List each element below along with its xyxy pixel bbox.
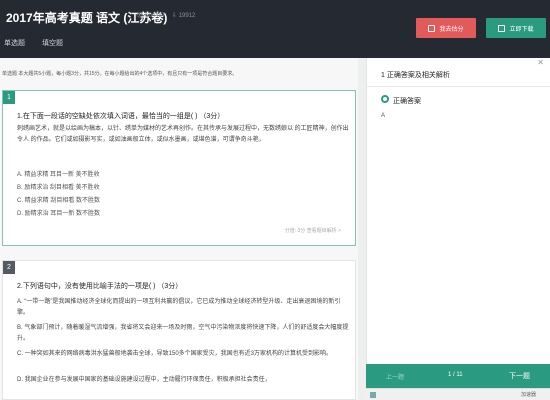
score-link[interactable]: 分值: 3分 查看题目解析 > xyxy=(285,227,341,234)
estimate-score-button[interactable]: 我去估分 xyxy=(416,18,476,38)
divider xyxy=(367,86,550,87)
option-a[interactable]: A. 精益求精 耳目一新 美不胜收 xyxy=(17,169,100,178)
option-d[interactable]: D. 励精求治 耳目一新 数不胜数 xyxy=(17,208,100,217)
accelerator-label[interactable]: 加速器 xyxy=(521,391,536,398)
medal-icon xyxy=(381,95,389,103)
question-card-2[interactable]: 2 2.下列语句中，没有使用比喻手法的一项是( ) （3分） A. “一带一路”… xyxy=(2,260,356,400)
top-header: 2017年高考真题 语文 (江苏卷) 👁 104487 ⇩ 19912 单选题 … xyxy=(0,0,550,58)
download-button[interactable]: 立即下载 xyxy=(486,18,546,38)
answer-panel: 1 正确答案及相关解析 ✕ 正确答案 A xyxy=(366,58,550,370)
answer-value: A xyxy=(381,113,386,119)
close-icon[interactable]: ✕ xyxy=(537,58,544,67)
question-number: 2 xyxy=(3,261,15,274)
download-count: ⇩ 19912 xyxy=(172,13,196,19)
option-c[interactable]: C. 精益求精 刮目相看 数不胜数 xyxy=(17,195,100,204)
option-d[interactable]: D. 我国企业在参与发展中国家的基础设施建设过程中，主动履行环保责任，积极承担社… xyxy=(17,375,349,386)
question-title: 2.下列语句中，没有使用比喻手法的一项是( ) （3分） xyxy=(17,283,183,290)
question-title: 1.在下面一段话的空缺处依次填入词语，最恰当的一组是( ) （3分） xyxy=(17,113,225,120)
question-body: 刺绣画艺术，就是以绘画为稿本，以针、绣单为媒材的艺术再创作。在其传承与发展过程中… xyxy=(17,126,349,143)
chart-icon xyxy=(428,24,436,32)
section-intro: 单选题 本大题共5小题，每小题3分，共15分。在每小题给出的4个选项中，有且只有… xyxy=(2,71,238,77)
question-list[interactable]: 单选题 本大题共5小题，每小题3分，共15分。在每小题给出的4个选项中，有且只有… xyxy=(0,58,358,400)
page-indicator: 1 / 11 xyxy=(448,372,463,378)
panel-title: 1 正确答案及相关解析 xyxy=(381,72,450,79)
answer-label: 正确答案 xyxy=(393,98,421,105)
download-icon xyxy=(498,24,506,32)
status-bar: 加速器 xyxy=(366,388,550,400)
tab-fill-blank[interactable]: 填空题 xyxy=(42,38,63,48)
prev-button[interactable]: 上一题 xyxy=(386,372,404,381)
tab-single-choice[interactable]: 单选题 xyxy=(4,38,25,48)
option-b[interactable]: B. 气象部门预计，随着暖湿气流增强，我省将又会迎来一场及时雨，空气中污染物浓度… xyxy=(17,323,349,345)
option-c[interactable]: C. 一种突如其来的网络病毒洪水猛兽般地袭击全球，导致150多个国家受灾，我国也… xyxy=(17,349,349,360)
question-number: 1 xyxy=(3,91,15,104)
accelerator-icon xyxy=(370,392,376,398)
question-card-1[interactable]: 1 1.在下面一段话的空缺处依次填入词语，最恰当的一组是( ) （3分） 刺绣画… xyxy=(2,90,356,246)
option-a[interactable]: A. “一带一路”是我国推动经济全球化而提出的一项互利共赢的倡议，它已成为推动全… xyxy=(17,297,349,319)
next-button[interactable]: 下一题 xyxy=(509,371,530,381)
view-count: 👁 104487 xyxy=(136,13,166,19)
question-nav: 上一题 1 / 11 下一题 xyxy=(366,364,550,388)
option-b[interactable]: B. 励精求治 刮目相看 美不胜收 xyxy=(17,182,100,191)
